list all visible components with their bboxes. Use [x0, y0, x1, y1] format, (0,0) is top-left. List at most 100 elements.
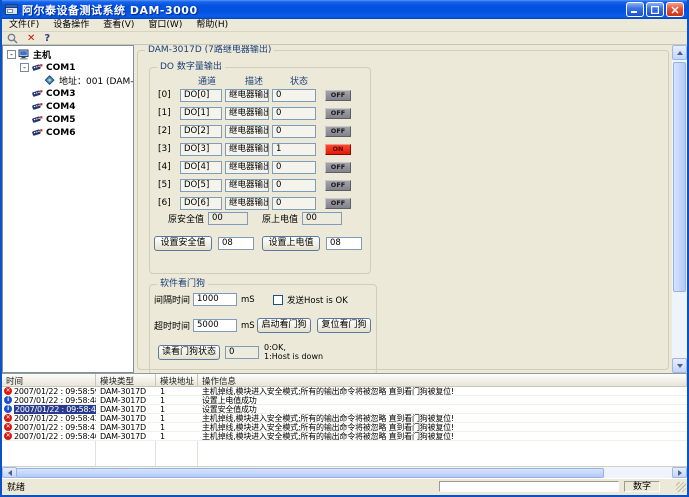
- orig-power-value-field: 00: [302, 212, 342, 225]
- tree-item-com1[interactable]: -COM1: [3, 61, 133, 74]
- log-cell-address-5: 1: [156, 432, 198, 441]
- log-col-time[interactable]: 时间: [2, 374, 96, 386]
- do-status-field-2: 0: [272, 125, 316, 138]
- menu-item-file[interactable]: 文件(F): [2, 19, 46, 32]
- log-col-address[interactable]: 模块地址: [156, 374, 198, 386]
- timeout-row: 超时时间 5000 mS 启动看门狗 复位看门狗: [150, 318, 376, 333]
- tree-item-host[interactable]: - 主机: [3, 48, 133, 61]
- resize-grip[interactable]: [676, 482, 686, 492]
- do-row-4: [4]DO[4]继电器输出0OFF: [150, 158, 370, 176]
- menu-item-device-ops[interactable]: 设备操作: [46, 19, 96, 32]
- status-num-indicator: 数字: [624, 481, 660, 492]
- tree-item-address-001[interactable]: 地址：001 (DAM-3017D): [3, 74, 133, 87]
- tree-item-label-com6: COM6: [44, 128, 75, 138]
- start-watchdog-button[interactable]: 启动看门狗: [257, 318, 311, 333]
- original-values-row: 原安全值 00 原上电值 00: [150, 212, 370, 225]
- help-icon[interactable]: ?: [44, 33, 50, 44]
- error-icon: ✕: [4, 423, 12, 431]
- menu-bar: 文件(F)设备操作查看(V)窗口(W)帮助(H): [2, 19, 687, 32]
- set-safe-value-input[interactable]: 08: [218, 237, 254, 250]
- status-bar: 就绪 数字: [2, 478, 687, 493]
- do-channel-field-0[interactable]: DO[0]: [180, 89, 222, 102]
- set-safe-value-button[interactable]: 设置安全值: [154, 236, 212, 251]
- tree-item-com6[interactable]: COM6: [3, 126, 133, 139]
- do-toggle-button-6[interactable]: OFF: [325, 198, 351, 209]
- do-status-field-1: 0: [272, 107, 316, 120]
- do-desc-field-6[interactable]: 继电器输出: [225, 197, 269, 210]
- do-toggle-button-0[interactable]: OFF: [325, 90, 351, 101]
- module-groupbox: DAM-3017D (7路继电器输出) DO 数字量输出 通道 描述 状态 [0…: [137, 50, 669, 370]
- do-status-field-0: 0: [272, 89, 316, 102]
- do-toggle-button-2[interactable]: OFF: [325, 126, 351, 137]
- reset-watchdog-button[interactable]: 复位看门狗: [317, 318, 371, 333]
- menu-item-help[interactable]: 帮助(H): [189, 19, 235, 32]
- interval-row: 间隔时间 1000 mS 发送Host is OK: [150, 293, 376, 306]
- do-toggle-button-5[interactable]: OFF: [325, 180, 351, 191]
- do-status-field-6: 0: [272, 197, 316, 210]
- do-desc-field-0[interactable]: 继电器输出: [225, 89, 269, 102]
- read-watchdog-status-button[interactable]: 读看门狗状态: [158, 345, 220, 360]
- com-port-icon: [31, 62, 43, 73]
- log-cell-time-2: i2007/01/22 : 09:58:47: [2, 405, 96, 414]
- vertical-scrollbar-thumb[interactable]: [673, 62, 686, 292]
- tree-item-com4[interactable]: COM4: [3, 100, 133, 113]
- app-window: 阿尔泰设备测试系统 DAM-3000 文件(F)设备操作查看(V)窗口(W)帮助…: [0, 0, 689, 497]
- log-time-text-0: 2007/01/22 : 09:58:59: [14, 387, 96, 396]
- set-power-value-button[interactable]: 设置上电值: [262, 236, 320, 251]
- timeout-input[interactable]: 5000: [193, 319, 237, 332]
- timeout-label: 超时时间: [154, 319, 190, 332]
- do-row-3: [3]DO[3]继电器输出1ON: [150, 140, 370, 158]
- do-channel-field-1[interactable]: DO[1]: [180, 107, 222, 120]
- minimize-button[interactable]: [626, 2, 644, 17]
- com-port-icon: [31, 114, 43, 125]
- log-row-5[interactable]: ✕2007/01/22 : 09:58:40DAM-3017D1主机掉线,模块进…: [2, 432, 687, 441]
- collapse-toggle-com1[interactable]: -: [20, 63, 29, 72]
- maximize-button[interactable]: [646, 2, 664, 17]
- do-channel-field-6[interactable]: DO[6]: [180, 197, 222, 210]
- menu-item-window[interactable]: 窗口(W): [141, 19, 189, 32]
- tree-item-label-host: 主机: [31, 48, 51, 61]
- do-groupbox-title: DO 数字量输出: [157, 62, 225, 72]
- vertical-scrollbar[interactable]: [672, 45, 687, 373]
- log-header: 时间 模块类型 模块地址 操作信息: [2, 374, 687, 387]
- main-panel: DAM-3017D (7路继电器输出) DO 数字量输出 通道 描述 状态 [0…: [134, 45, 672, 373]
- info-icon: i: [4, 396, 12, 404]
- menu-item-view[interactable]: 查看(V): [96, 19, 141, 32]
- delete-icon[interactable]: ✕: [27, 33, 35, 44]
- log-col-message[interactable]: 操作信息: [198, 374, 687, 386]
- log-cell-message-5: 主机掉线,模块进入安全模式;所有的输出命令将被忽略 直到看门狗被复位!: [198, 431, 687, 442]
- scroll-right-button[interactable]: [672, 467, 687, 478]
- interval-input[interactable]: 1000: [193, 293, 237, 306]
- log-col-module[interactable]: 模块类型: [96, 374, 156, 386]
- scroll-up-button[interactable]: [672, 45, 687, 60]
- window-title: 阿尔泰设备测试系统 DAM-3000: [22, 2, 626, 18]
- do-desc-field-1[interactable]: 继电器输出: [225, 107, 269, 120]
- do-channel-field-3[interactable]: DO[3]: [180, 143, 222, 156]
- do-toggle-button-4[interactable]: OFF: [325, 162, 351, 173]
- do-desc-field-5[interactable]: 继电器输出: [225, 179, 269, 192]
- do-toggle-button-1[interactable]: OFF: [325, 108, 351, 119]
- log-cell-module-0: DAM-3017D: [96, 387, 156, 396]
- collapse-toggle-host[interactable]: -: [7, 50, 16, 59]
- scroll-down-button[interactable]: [672, 358, 687, 373]
- do-row-index-6: [6]: [158, 198, 180, 208]
- do-desc-field-4[interactable]: 继电器输出: [225, 161, 269, 174]
- close-button[interactable]: [666, 2, 684, 17]
- do-desc-field-3[interactable]: 继电器输出: [225, 143, 269, 156]
- do-desc-field-2[interactable]: 继电器输出: [225, 125, 269, 138]
- do-row-index-5: [5]: [158, 180, 180, 190]
- scroll-left-button[interactable]: [2, 467, 17, 478]
- error-icon: ✕: [4, 387, 12, 395]
- horizontal-scrollbar-thumb[interactable]: [16, 468, 604, 478]
- horizontal-scrollbar[interactable]: [2, 466, 687, 478]
- set-power-value-input[interactable]: 08: [326, 237, 362, 250]
- do-channel-field-2[interactable]: DO[2]: [180, 125, 222, 138]
- tree-item-com3[interactable]: COM3: [3, 87, 133, 100]
- do-channel-field-5[interactable]: DO[5]: [180, 179, 222, 192]
- search-icon[interactable]: [7, 33, 18, 44]
- send-host-checkbox[interactable]: [273, 295, 283, 305]
- tree-item-com5[interactable]: COM5: [3, 113, 133, 126]
- do-toggle-button-3[interactable]: ON: [325, 144, 351, 155]
- do-channel-field-4[interactable]: DO[4]: [180, 161, 222, 174]
- log-cell-time-1: i2007/01/22 : 09:58:48: [2, 396, 96, 405]
